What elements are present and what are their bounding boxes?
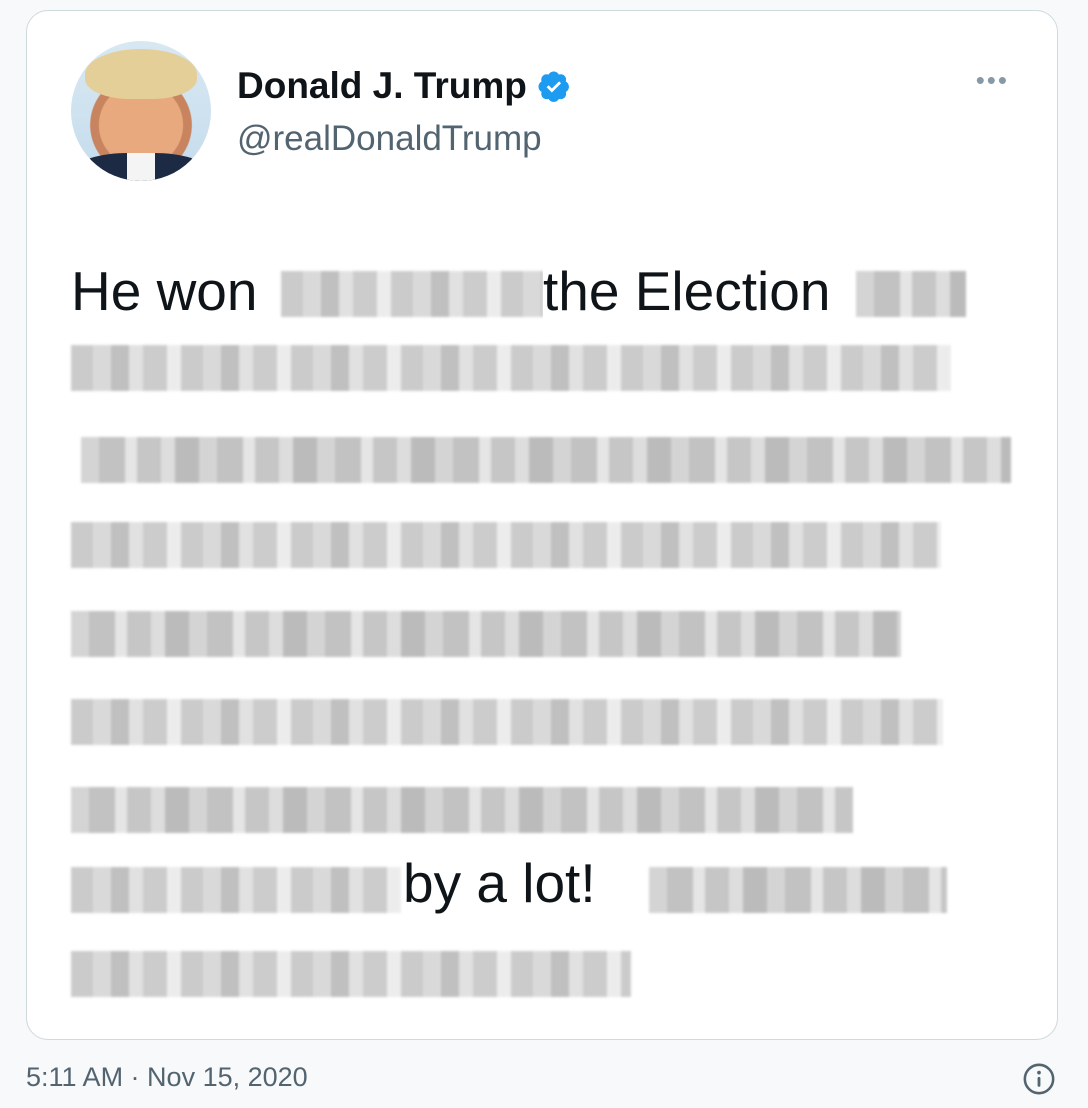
tweet-text: He won the Election by a lot! bbox=[71, 247, 1031, 1007]
redacted-text-block bbox=[71, 611, 901, 657]
author-avatar[interactable] bbox=[71, 41, 211, 181]
redacted-text-block bbox=[71, 522, 941, 568]
redacted-text-block bbox=[649, 867, 947, 913]
tweet-fragment: by a lot! bbox=[403, 851, 596, 915]
tweet-fragment: the Election bbox=[543, 259, 831, 323]
redacted-text-block bbox=[71, 699, 943, 745]
tweet-card[interactable]: Donald J. Trump @realDonaldTrump ••• He … bbox=[26, 10, 1058, 1040]
info-icon[interactable] bbox=[1022, 1062, 1056, 1096]
author-handle[interactable]: @realDonaldTrump bbox=[237, 119, 542, 159]
tweet-fragment: He won bbox=[71, 259, 258, 323]
avatar-hair bbox=[85, 49, 197, 99]
redacted-text-block bbox=[71, 345, 951, 391]
redacted-text-block bbox=[281, 271, 543, 317]
redacted-text-block bbox=[71, 787, 853, 833]
verified-badge-icon bbox=[538, 71, 569, 102]
author-name[interactable]: Donald J. Trump bbox=[237, 65, 527, 107]
author-name-row: Donald J. Trump bbox=[237, 65, 571, 107]
avatar-shirt bbox=[127, 153, 155, 181]
redacted-text-block bbox=[71, 867, 401, 913]
more-options-icon[interactable]: ••• bbox=[976, 67, 1009, 93]
redacted-text-block bbox=[81, 437, 1011, 483]
redacted-text-block bbox=[71, 951, 631, 997]
tweet-timestamp[interactable]: 5:11 AM · Nov 15, 2020 bbox=[26, 1062, 308, 1093]
redacted-text-block bbox=[856, 271, 966, 317]
